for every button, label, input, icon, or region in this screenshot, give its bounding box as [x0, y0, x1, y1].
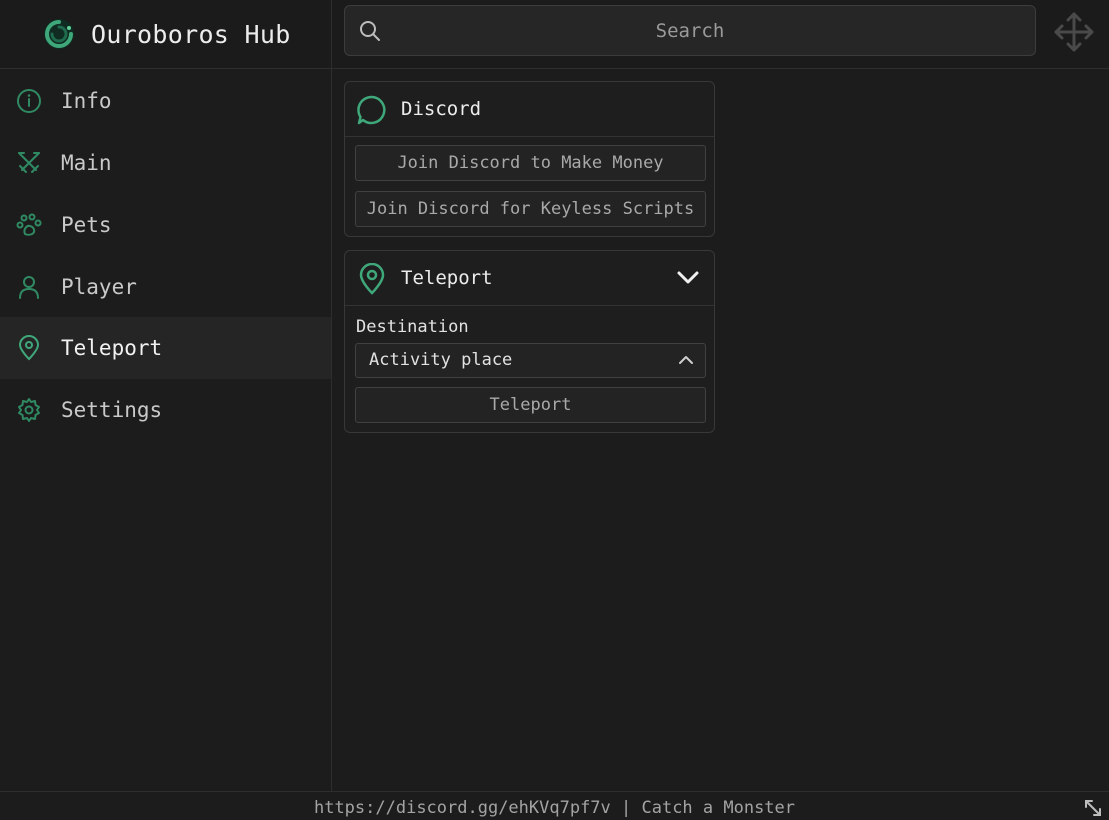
info-icon — [17, 89, 41, 113]
teleport-section: Teleport Destination Activity place Tele… — [344, 250, 715, 433]
sidebar: Info Main Pets Player Teleport Settings — [0, 69, 332, 791]
gear-icon — [18, 398, 40, 422]
sidebar-item-main[interactable]: Main — [0, 132, 331, 194]
brand: Ouroboros Hub — [0, 0, 332, 68]
map-pin-icon — [18, 335, 40, 361]
sidebar-item-label: Player — [61, 275, 137, 299]
sidebar-item-label: Teleport — [61, 336, 163, 360]
section-title: Teleport — [401, 267, 493, 289]
teleport-button[interactable]: Teleport — [355, 387, 706, 423]
sidebar-item-pets[interactable]: Pets — [0, 194, 331, 256]
join-discord-keyless-button[interactable]: Join Discord for Keyless Scripts — [355, 191, 706, 227]
title-bar: Ouroboros Hub — [0, 0, 1109, 69]
sidebar-item-label: Pets — [61, 213, 112, 237]
section-title: Discord — [401, 98, 482, 120]
resize-icon[interactable] — [1083, 798, 1103, 818]
sidebar-item-info[interactable]: Info — [0, 70, 331, 132]
app-title: Ouroboros Hub — [91, 19, 291, 49]
discord-section-header: Discord — [345, 82, 714, 137]
sidebar-item-settings[interactable]: Settings — [0, 379, 331, 441]
sidebar-item-player[interactable]: Player — [0, 256, 331, 318]
chevron-down-icon[interactable] — [676, 267, 700, 287]
chevron-up-icon — [679, 356, 693, 364]
paw-icon — [16, 213, 42, 236]
join-discord-money-button[interactable]: Join Discord to Make Money — [355, 145, 706, 181]
search-box[interactable] — [344, 5, 1036, 56]
destination-dropdown[interactable]: Activity place — [355, 343, 706, 378]
sidebar-item-label: Settings — [61, 398, 163, 422]
footer-text: https://discord.gg/ehKVq7pf7v | Catch a … — [313, 798, 796, 818]
dropdown-value: Activity place — [369, 350, 513, 370]
destination-label: Destination — [356, 317, 469, 337]
sidebar-item-label: Main — [61, 151, 112, 175]
swords-icon — [18, 152, 40, 173]
teleport-section-header[interactable]: Teleport — [345, 251, 714, 306]
user-icon — [19, 276, 39, 299]
chat-bubble-icon — [357, 95, 386, 125]
status-bar: https://discord.gg/ehKVq7pf7v | Catch a … — [0, 791, 1109, 820]
search-input[interactable] — [345, 6, 1035, 55]
map-pin-icon — [359, 263, 385, 295]
sidebar-item-teleport[interactable]: Teleport — [0, 317, 331, 379]
ouroboros-logo-icon — [44, 19, 74, 49]
move-icon[interactable] — [1053, 11, 1095, 53]
discord-section: Discord Join Discord to Make Money Join … — [344, 81, 715, 237]
sidebar-item-label: Info — [61, 89, 112, 113]
